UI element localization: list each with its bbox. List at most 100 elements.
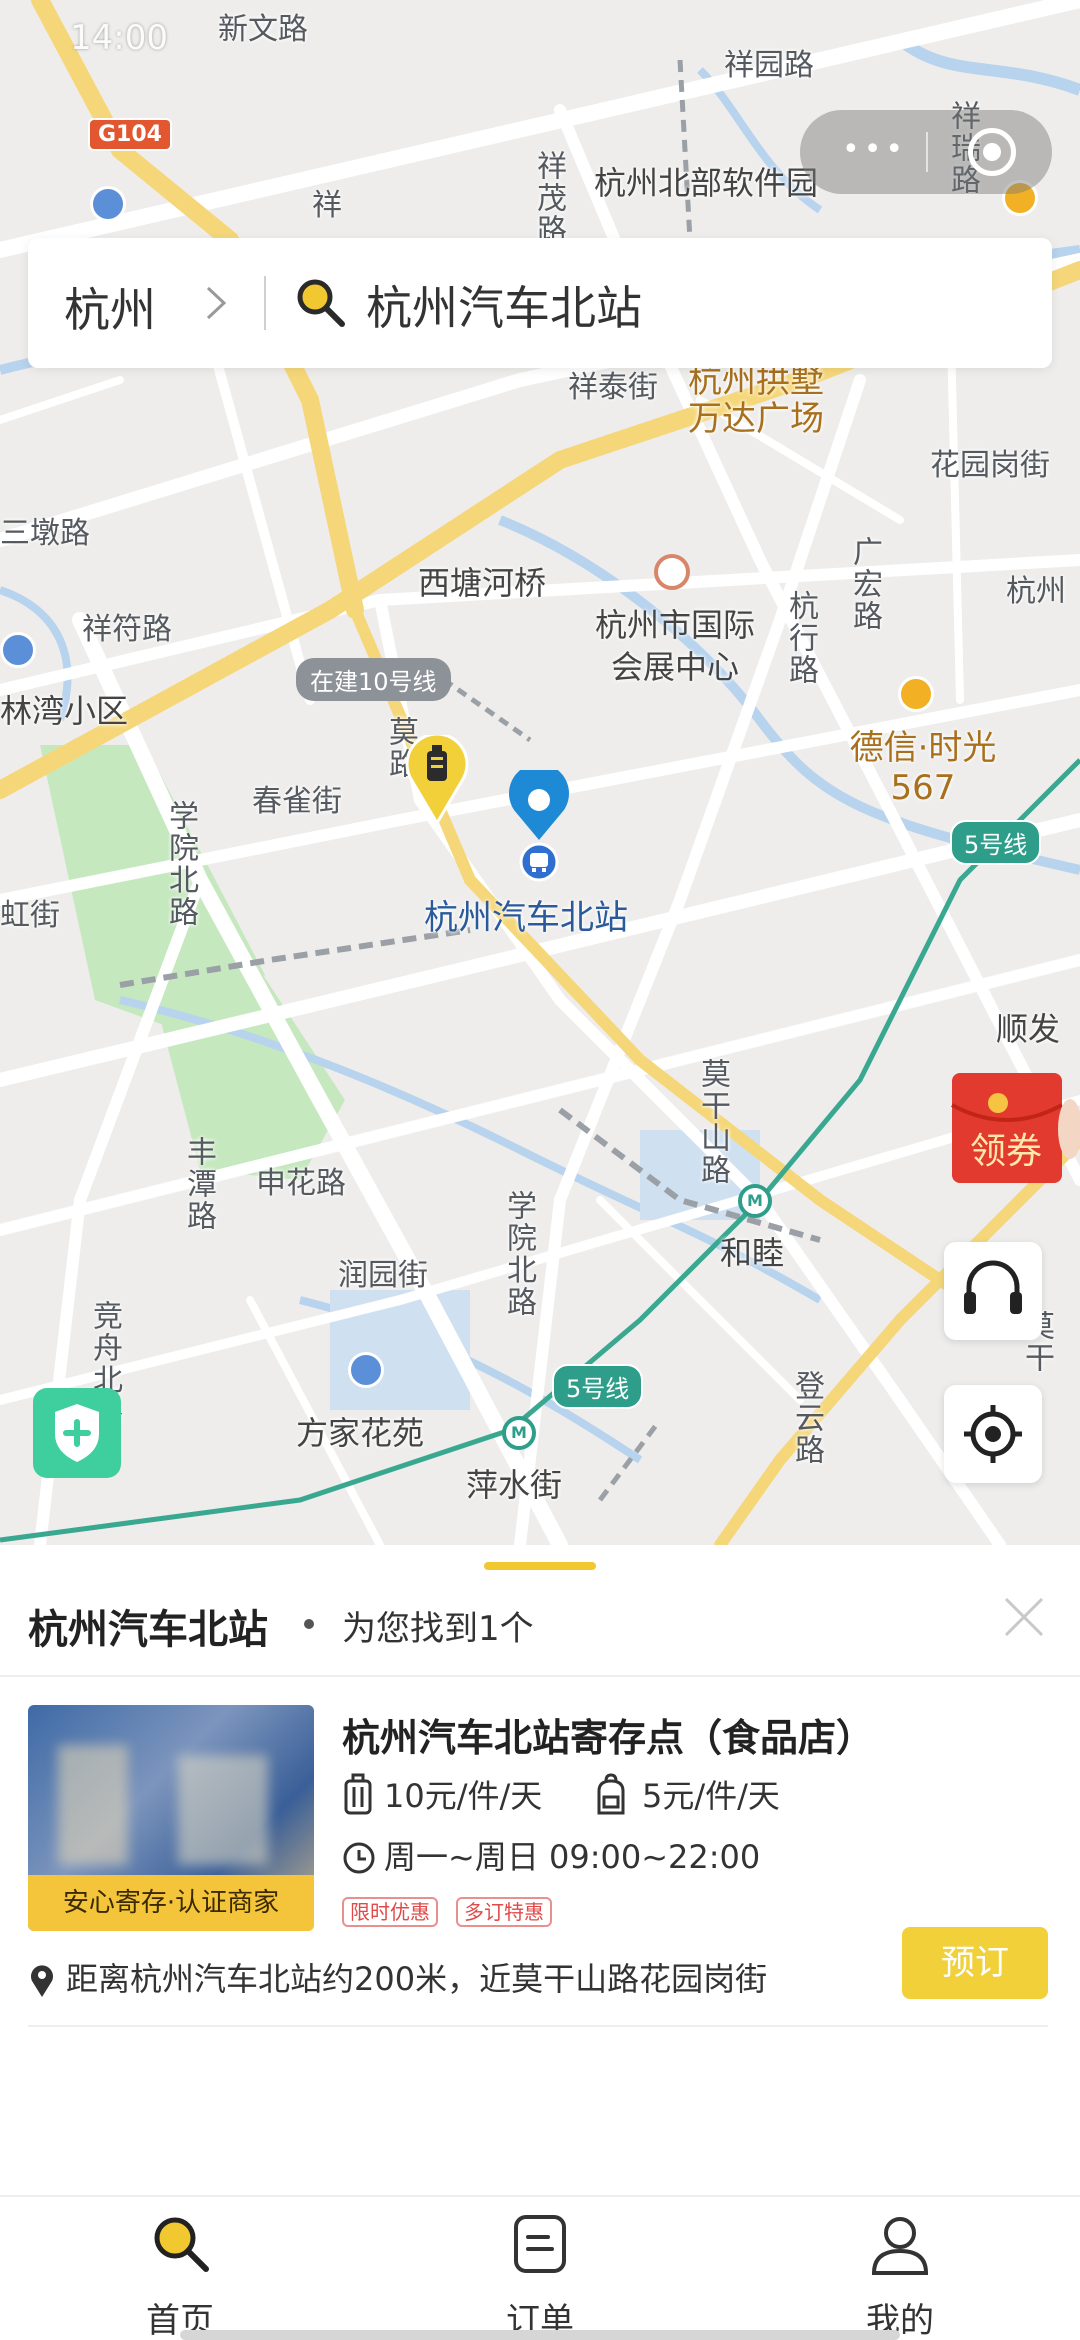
luggage-price-text: 10元/件/天 — [384, 1777, 543, 1815]
sheet-drag-handle[interactable] — [484, 1562, 596, 1570]
status-time: 14:00 — [70, 18, 168, 58]
business-hours-text: 周一~周日 09:00~22:00 — [384, 1838, 761, 1876]
search-icon — [154, 2217, 209, 2272]
shop-icon — [898, 676, 934, 712]
locate-icon — [964, 1405, 1022, 1463]
station-map-label[interactable]: 杭州汽车北站 — [424, 890, 628, 939]
station-location-pin-icon[interactable] — [504, 770, 574, 882]
sheet-divider — [0, 1675, 1080, 1677]
community-icon — [348, 1352, 384, 1388]
certified-merchant-badge: 安心寄存·认证商家 — [28, 1875, 314, 1931]
map-label: 祥 — [312, 188, 342, 223]
business-hours: 周一~周日 09:00~22:00 — [342, 1835, 760, 1879]
chevron-right-icon — [206, 286, 227, 320]
clock-icon — [343, 1842, 375, 1874]
bottom-tab-bar: 首页 订单 我的 — [0, 2195, 1080, 2340]
results-count: 为您找到1个 — [342, 1609, 534, 1649]
map-label: 祥符路 — [82, 612, 172, 647]
map-label: 顺发 — [996, 1010, 1061, 1048]
map-label: 萍水街 — [466, 1466, 563, 1504]
locate-me-button[interactable] — [944, 1385, 1042, 1483]
map-label: 杭州北部软件园 — [594, 164, 819, 202]
capsule-divider — [926, 132, 928, 172]
map-label: 三墩路 — [0, 516, 90, 551]
backpack-price: 5元/件/天 — [592, 1769, 780, 1823]
poi-wanda[interactable]: 杭州拱墅万达广场 — [688, 362, 848, 438]
metro-station-icon: M — [502, 1416, 536, 1450]
map-label: 莫干山路 — [695, 1058, 730, 1186]
map-view[interactable]: 14:00 新文路 祥园路 杭州北部软件园 祥瑞路 祥 祥茂路 祥泰街 杭州拱墅… — [0, 0, 1080, 1545]
store-distance: 距离杭州汽车北站约200米，近莫干山路花园岗街 — [28, 1957, 767, 2001]
map-label: 申花路 — [256, 1166, 346, 1201]
map-label: 润园街 — [338, 1258, 428, 1293]
map-label: 祥园路 — [724, 48, 814, 83]
close-miniprogram-icon[interactable] — [968, 128, 1016, 176]
sheet-title: 杭州汽车北站 — [28, 1607, 268, 1653]
venue-icon — [654, 554, 690, 590]
map-label: 新文路 — [218, 12, 308, 47]
headset-icon — [964, 1260, 1022, 1314]
close-icon[interactable] — [1000, 1593, 1048, 1641]
metro-line-badge: 5号线 — [552, 1364, 644, 1409]
map-label: 祥茂路 — [531, 150, 566, 246]
home-indicator[interactable] — [180, 2330, 900, 2340]
poi-linwan[interactable]: 林湾小区 — [0, 686, 128, 732]
poi-expo-center[interactable]: 杭州市国际会展中心 — [580, 604, 770, 688]
map-label: 丰潭路 — [181, 1136, 216, 1232]
coupon-label: 领券 — [970, 1131, 1042, 1172]
map-label: 春雀街 — [252, 784, 342, 819]
metro-station-icon: M — [738, 1184, 772, 1218]
title-separator-dot — [304, 1619, 314, 1629]
map-label: 花园岗街 — [930, 448, 1050, 483]
city-selector[interactable]: 杭州 — [64, 274, 156, 340]
map-label: 祥泰街 — [568, 370, 658, 405]
store-distance-text: 距离杭州汽车北站约200米，近莫干山路花园岗街 — [66, 1960, 768, 1998]
map-label: 和睦 — [720, 1234, 785, 1272]
tab-orders[interactable]: 订单 — [360, 2197, 720, 2340]
tab-home[interactable]: 首页 — [0, 2197, 360, 2340]
list-divider — [28, 2025, 1048, 2027]
suitcase-icon — [344, 1773, 372, 1815]
tab-mine[interactable]: 我的 — [720, 2197, 1080, 2340]
community-icon — [90, 186, 126, 222]
thumbnail-detail — [178, 1755, 268, 1865]
map-label: 虹街 — [0, 898, 60, 933]
map-label: 西塘河桥 — [418, 564, 547, 602]
results-sheet[interactable]: 杭州汽车北站 为您找到1个 安心寄存·认证商家 杭州汽车北站寄存点（食品店） 1… — [0, 1545, 1080, 2195]
search-bar[interactable]: 杭州 杭州汽车北站 — [28, 238, 1052, 368]
user-icon — [871, 2217, 929, 2275]
poi-fangjia[interactable]: 方家花苑 — [296, 1408, 424, 1454]
map-label: 登云路 — [789, 1370, 824, 1466]
store-name[interactable]: 杭州汽车北站寄存点（食品店） — [342, 1707, 874, 1762]
status-bar: 14:00 — [0, 0, 1080, 80]
more-icon[interactable]: ••• — [842, 132, 907, 167]
highway-badge: G104 — [88, 118, 172, 151]
backpack-icon — [597, 1773, 625, 1815]
map-label: 学院北路 — [501, 1190, 536, 1318]
promo-tag: 限时优惠 — [342, 1897, 438, 1927]
search-input[interactable]: 杭州汽车北站 — [366, 272, 642, 338]
map-label: 学院北路 — [163, 800, 198, 928]
book-button[interactable]: 预订 — [902, 1927, 1048, 1999]
map-label: 杭行路 — [783, 590, 818, 686]
luggage-price: 10元/件/天 — [342, 1769, 542, 1823]
metro-construction-badge: 在建10号线 — [296, 658, 451, 701]
community-icon — [0, 632, 36, 668]
coupon-red-envelope-icon[interactable]: 领券 — [946, 1065, 1080, 1195]
location-pin-icon — [31, 1965, 53, 1997]
search-divider — [264, 276, 266, 330]
customer-service-button[interactable] — [944, 1242, 1042, 1340]
thumbnail-detail — [58, 1745, 128, 1865]
luggage-storage-pin-icon[interactable] — [405, 735, 469, 825]
poi-dexin[interactable]: 德信·时光567 — [848, 728, 998, 808]
search-icon — [297, 279, 345, 327]
order-icon — [514, 2215, 566, 2273]
metro-line-badge: 5号线 — [950, 820, 1042, 865]
map-label: 杭州 — [1006, 574, 1066, 609]
safety-shield-icon[interactable] — [33, 1388, 121, 1478]
store-thumbnail[interactable]: 安心寄存·认证商家 — [28, 1705, 314, 1931]
backpack-price-text: 5元/件/天 — [642, 1777, 780, 1815]
miniprogram-capsule[interactable]: ••• — [800, 110, 1052, 194]
map-label: 广宏路 — [847, 536, 882, 632]
promo-tag: 多订特惠 — [456, 1897, 552, 1927]
